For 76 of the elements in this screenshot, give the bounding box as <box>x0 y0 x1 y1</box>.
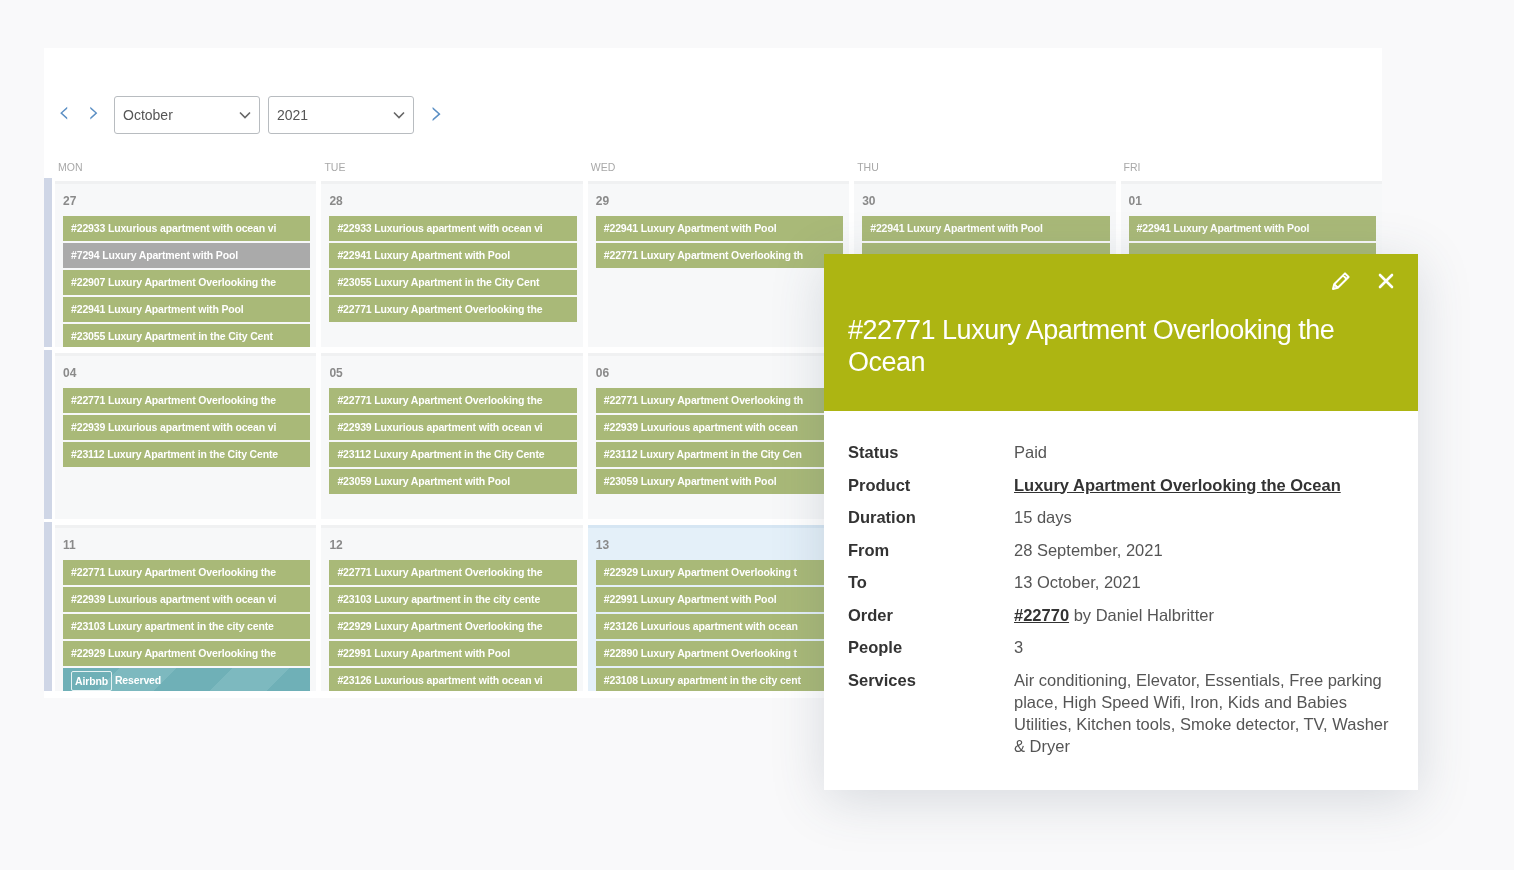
day-number: 11 <box>63 538 77 554</box>
detail-label: People <box>848 637 904 658</box>
next-button[interactable]: › <box>82 97 106 133</box>
booking-bar[interactable]: #22939 Luxurious apartment with ocean vi <box>329 415 577 440</box>
close-icon <box>1378 273 1394 289</box>
booking-bar[interactable]: #23126 Luxurious apartment with ocean vi <box>329 668 577 691</box>
weekday-label: MON <box>57 161 84 175</box>
booking-bar[interactable]: #22941 Luxury Apartment with Pool <box>63 297 311 322</box>
detail-label: Status <box>848 442 900 463</box>
booking-bar[interactable]: #23112 Luxury Apartment in the City Cente <box>329 442 577 467</box>
popup-title: #22771 Luxury Apartment Overlooking the Ocean <box>848 314 1336 378</box>
booking-bar[interactable]: #23103 Luxury apartment in the city cente <box>329 587 577 612</box>
booking-bar[interactable]: #23055 Luxury Apartment in the City Cent <box>329 270 577 295</box>
detail-label: Order <box>848 604 894 626</box>
detail-value: 13 October, 2021 <box>1014 572 1142 593</box>
day-number: 04 <box>63 366 78 382</box>
reservation-bar[interactable]: Airbnb Reserved <box>63 668 311 691</box>
booking-bar[interactable]: #22929 Luxury Apartment Overlooking the <box>329 614 577 639</box>
detail-label: From <box>848 539 891 561</box>
booking-bar[interactable]: #22771 Luxury Apartment Overlooking th <box>595 243 844 268</box>
detail-value: 28 September, 2021 <box>1014 539 1164 561</box>
booking-bar[interactable]: #22941 Luxury Apartment with Pool <box>862 216 1110 241</box>
year-select[interactable]: 2021 <box>268 96 414 134</box>
day-number: 13 <box>595 538 611 554</box>
forward-button[interactable]: › <box>424 95 450 135</box>
booking-bar[interactable]: #22933 Luxurious apartment with ocean vi <box>63 216 311 241</box>
product-link[interactable]: Luxury Apartment Overlooking the Ocean <box>1014 475 1341 494</box>
edit-button[interactable] <box>1330 270 1352 292</box>
detail-value: Paid <box>1014 442 1049 463</box>
booking-bar[interactable]: #22771 Luxury Apartment Overlooking the <box>329 297 577 322</box>
weekday-label: FRI <box>1122 161 1142 175</box>
weekday-label: WED <box>589 161 617 175</box>
order-link[interactable]: #22770 <box>1014 605 1070 624</box>
pencil-icon <box>1330 270 1352 292</box>
booking-bar[interactable]: #23103 Luxury apartment in the city cente <box>63 614 311 639</box>
booking-bar[interactable]: #23055 Luxury Apartment in the City Cent <box>63 324 311 347</box>
booking-bar[interactable]: #23059 Luxury Apartment with Pool <box>329 469 577 494</box>
booking-bar[interactable]: #22941 Luxury Apartment with Pool <box>595 216 844 241</box>
booking-bar[interactable]: #23112 Luxury Apartment in the City Cente <box>63 442 311 467</box>
booking-bar[interactable]: #22939 Luxurious apartment with ocean vi <box>63 415 311 440</box>
detail-value: 15 days <box>1014 507 1073 528</box>
booking-bar[interactable]: #22929 Luxury Apartment Overlooking the <box>63 641 311 666</box>
booking-bar[interactable]: #22771 Luxury Apartment Overlooking the <box>63 560 311 585</box>
booking-bar[interactable]: #22933 Luxurious apartment with ocean vi <box>329 216 577 241</box>
booking-bar[interactable]: #22991 Luxury Apartment with Pool <box>329 641 577 666</box>
weekday-label: TUE <box>323 161 347 175</box>
detail-value: Air conditioning, Elevator, Essentials, Free parking place, High Speed Wifi, Iron, Kids and Babies Utilities, Kitchen tools, Smoke detector, TV, Washer & Dryer <box>1014 669 1390 757</box>
booking-bar[interactable]: #22907 Luxury Apartment Overlooking the <box>63 270 311 295</box>
booking-bar[interactable]: #22941 Luxury Apartment with Pool <box>329 243 577 268</box>
day-number: 01 <box>1128 194 1143 210</box>
day-number: 12 <box>329 538 344 554</box>
day-number: 29 <box>595 194 611 210</box>
booking-bar[interactable]: #22939 Luxurious apartment with ocean vi <box>63 587 311 612</box>
detail-value: 3 <box>1014 637 1025 658</box>
reservation-label: Reserved <box>114 673 162 688</box>
chevron-down-icon <box>393 111 405 119</box>
booking-bar[interactable]: #7294 Luxury Apartment with Pool <box>63 243 311 268</box>
booking-bar[interactable]: #22771 Luxury Apartment Overlooking the <box>63 388 311 413</box>
weekday-label: THU <box>856 161 880 175</box>
booking-bar[interactable]: #22941 Luxury Apartment with Pool <box>1128 216 1376 241</box>
chevron-down-icon <box>239 111 251 119</box>
detail-label: To <box>848 572 868 593</box>
day-number: 05 <box>329 366 344 382</box>
detail-label: Duration <box>848 507 917 528</box>
day-number: 28 <box>329 194 344 210</box>
detail-label: Product <box>848 474 912 496</box>
month-select[interactable]: October <box>114 96 260 134</box>
detail-label: Services <box>848 669 917 691</box>
day-number: 27 <box>63 194 78 210</box>
booking-bar[interactable]: #22771 Luxury Apartment Overlooking the <box>329 560 577 585</box>
previous-button[interactable]: ‹ <box>52 97 76 133</box>
detail-value: by Daniel Halbritter <box>1073 605 1214 624</box>
day-number: 06 <box>595 366 611 382</box>
day-number: 30 <box>862 194 877 210</box>
booking-bar[interactable]: #22771 Luxury Apartment Overlooking the <box>329 388 577 413</box>
source-tag: Airbnb <box>71 670 112 691</box>
